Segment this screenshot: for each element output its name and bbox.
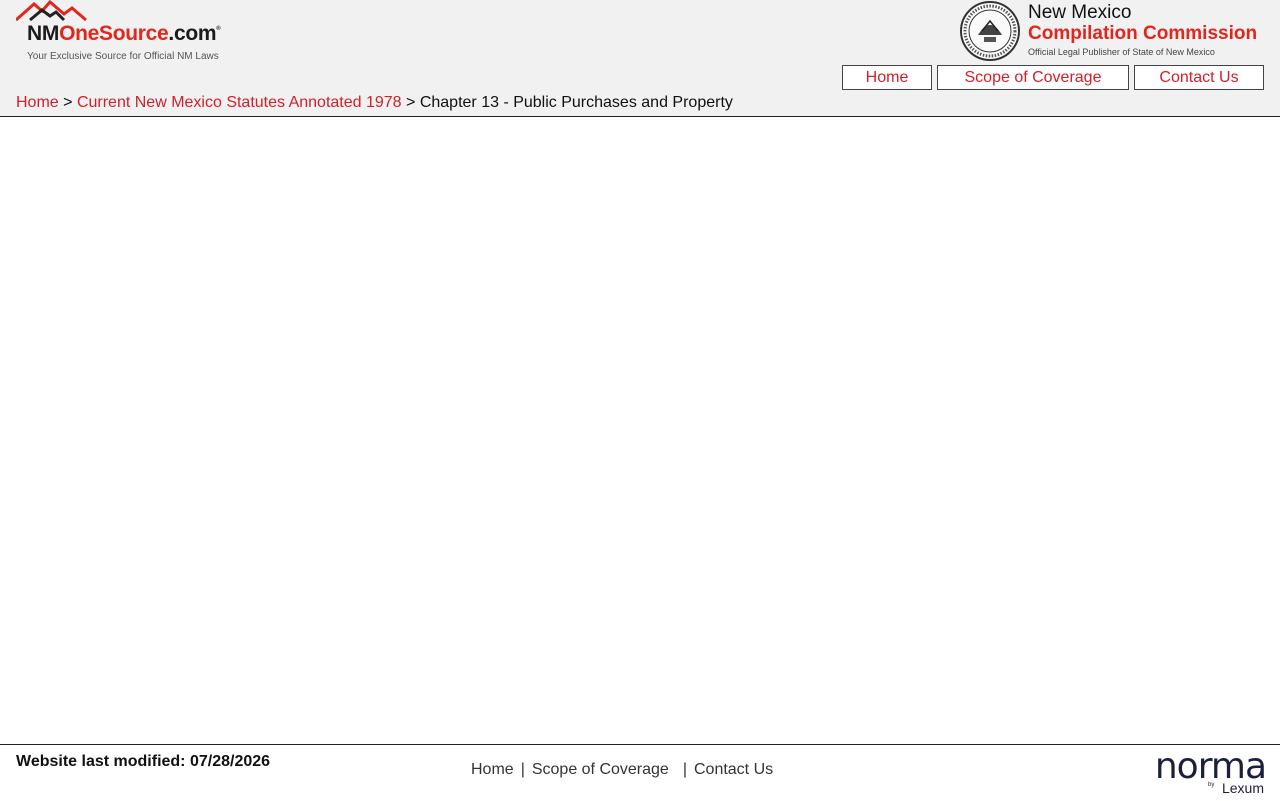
state-seal-icon	[960, 1, 1020, 61]
breadcrumb-separator: >	[63, 94, 73, 111]
footer-separator: |	[682, 761, 687, 778]
mountains-logo-icon	[16, 0, 87, 22]
site-header: NMOneSource.com® Your Exclusive Source f…	[0, 0, 1280, 117]
brand-tagline: Your Exclusive Source for Official NM La…	[27, 51, 219, 62]
footer-contact-link[interactable]: Contact Us	[694, 761, 773, 778]
footer-home-link[interactable]: Home	[471, 761, 514, 778]
footer-scope-link[interactable]: Scope of Coverage	[532, 761, 669, 778]
nav-contact-button[interactable]: Contact Us	[1134, 65, 1264, 90]
breadcrumb-current: Chapter 13 - Public Purchases and Proper…	[419, 94, 733, 111]
breadcrumb: Home > Current New Mexico Statutes Annot…	[16, 94, 733, 112]
nav-scope-button[interactable]: Scope of Coverage	[937, 65, 1129, 90]
site-footer: Website last modified: 07/28/2026 Home | S…	[0, 744, 1280, 801]
norma-by: by	[1208, 782, 1215, 788]
footer-nav: Home | Scope of Coverage | Contact Us	[471, 761, 773, 779]
commission-line2: Compilation Commission	[1028, 23, 1258, 44]
breadcrumb-home-link[interactable]: Home	[16, 94, 59, 111]
lexum-wordmark: Lexum	[1221, 780, 1264, 796]
breadcrumb-statutes-link[interactable]: Current New Mexico Statutes Annotated 19…	[77, 94, 402, 111]
nav-home-button[interactable]: Home	[842, 65, 932, 90]
commission-line1: New Mexico	[1028, 2, 1132, 23]
last-modified: Website last modified: 07/28/2026	[16, 753, 271, 770]
norma-lexum-logo[interactable]: norma by Lexum	[1148, 749, 1267, 797]
breadcrumb-separator: >	[406, 94, 416, 111]
commission-subtitle: Official Legal Publisher of State of New…	[1028, 47, 1215, 57]
footer-separator: |	[520, 761, 525, 778]
brand-name: NMOneSource.com®	[27, 22, 221, 45]
commission-title: New Mexico Compilation Commission Offici…	[1028, 2, 1257, 57]
